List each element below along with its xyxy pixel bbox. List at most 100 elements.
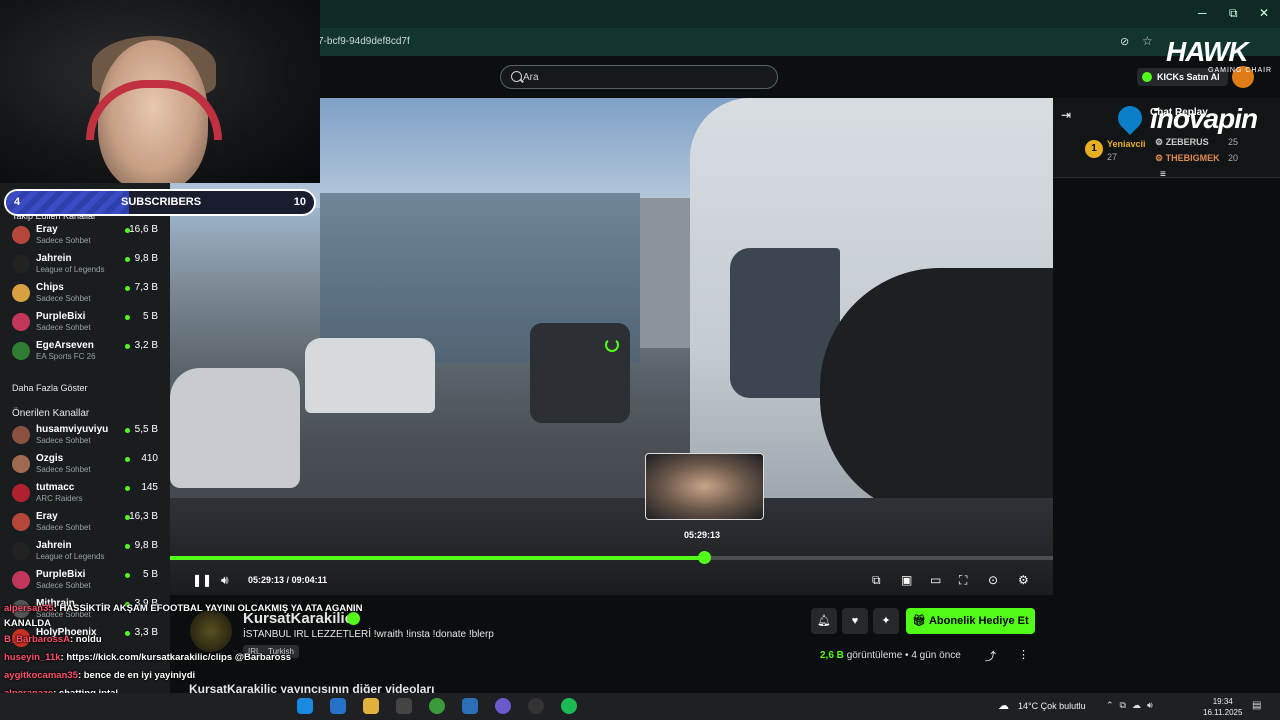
minimize-button[interactable]: ─ xyxy=(1198,6,1207,20)
more-options-icon[interactable]: ⋮ xyxy=(1018,648,1029,661)
progress-fill xyxy=(170,556,705,560)
notifications-icon[interactable]: ▤ xyxy=(1252,700,1261,711)
outlook-icon[interactable] xyxy=(330,698,346,714)
live-seek-icon[interactable]: ⊙ xyxy=(988,573,998,587)
live-dot-icon xyxy=(125,344,130,349)
leaderboard-name[interactable]: Yeniavcii xyxy=(1107,139,1146,149)
maximize-button[interactable]: ⧉ xyxy=(1229,6,1238,21)
sidebar-channel-chips[interactable]: Chips Sadece Sohbet 7,3 B xyxy=(0,279,170,308)
channel-avatar[interactable] xyxy=(190,610,232,652)
subscriber-goal-fill xyxy=(6,191,130,214)
show-more-link[interactable]: Daha Fazla Göster xyxy=(12,383,88,393)
sidebar-channel-jahrein[interactable]: Jahrein League of Legends 9,8 B xyxy=(0,537,170,566)
sidebar-channel-husamviyuviyu[interactable]: husamviyuviyu Sadece Sohbet 5,5 B xyxy=(0,421,170,450)
channel-name: Ozgis xyxy=(36,453,64,464)
sidebar-channel-purplebixi[interactable]: PurpleBixi Sadece Sohbet 5 B xyxy=(0,566,170,595)
sidebar-channel-ozgis[interactable]: Ozgis Sadece Sohbet 410 xyxy=(0,450,170,479)
sidebar-channel-eray[interactable]: Eray Sadece Sohbet 16,6 B xyxy=(0,221,170,250)
address-text[interactable]: 7-bcf9-94d9def8cd7f xyxy=(318,36,410,47)
address-bar[interactable] xyxy=(320,28,1280,56)
fullscreen-icon[interactable]: ⛶ xyxy=(959,573,967,588)
app-icon[interactable] xyxy=(396,698,412,714)
discord-icon[interactable] xyxy=(495,698,511,714)
gift-subscription-button[interactable]: 🎁︎ Abonelik Hediye Et xyxy=(906,608,1035,634)
hawk-logo: HAWK xyxy=(1166,36,1249,67)
channel-category: Sadece Sohbet xyxy=(36,523,91,532)
hawk-logo-sub: GAMING CHAIR xyxy=(1208,67,1273,74)
channel-category: League of Legends xyxy=(36,265,105,274)
sidebar-channel-tutmacc[interactable]: tutmacc ARC Raiders 145 xyxy=(0,479,170,508)
search-icon xyxy=(511,71,522,82)
progress-bar[interactable] xyxy=(170,551,1053,564)
search-input[interactable]: Ara xyxy=(500,65,778,89)
subscriber-goal-label: SUBSCRIBERS xyxy=(121,196,202,208)
live-dot-icon xyxy=(125,486,130,491)
obs-icon[interactable] xyxy=(528,698,544,714)
sidebar-channel-purplebixi[interactable]: PurpleBixi Sadece Sohbet 5 B xyxy=(0,308,170,337)
channel-name: PurpleBixi xyxy=(36,569,86,580)
chat-username[interactable]: B_BarbarossA xyxy=(4,634,70,645)
avatar xyxy=(12,513,30,531)
avatar xyxy=(12,571,30,589)
bell-icon[interactable]: 🔔︎ xyxy=(811,608,837,634)
spotify-icon[interactable] xyxy=(561,698,577,714)
channel-name: Eray xyxy=(36,511,58,522)
chat-text: KANALDA xyxy=(4,618,51,629)
chat-message: KANALDA xyxy=(4,618,51,629)
live-dot-icon xyxy=(125,631,130,636)
system-tray-icons[interactable]: ⌃⧉☁🔊︎ xyxy=(1106,700,1159,711)
subscriber-goal-target: 10 xyxy=(293,196,306,208)
leaderboard-count: 20 xyxy=(1228,153,1239,163)
pip-icon[interactable]: ⧉ xyxy=(872,573,881,588)
app-icon[interactable] xyxy=(462,698,478,714)
avatar xyxy=(12,255,30,273)
sidebar-channel-jahrein[interactable]: Jahrein League of Legends 9,8 B xyxy=(0,250,170,279)
edge-icon[interactable] xyxy=(297,698,313,714)
channel-category: Sadece Sohbet xyxy=(36,465,91,474)
close-button[interactable]: ✕ xyxy=(1259,6,1269,20)
viewer-count: 5,5 B xyxy=(134,424,158,435)
leaderboard-name[interactable]: ⚙ THEBIGMEK xyxy=(1155,153,1220,164)
channel-category: League of Legends xyxy=(36,552,105,561)
chat-message: B_BarbarossA: noldu xyxy=(4,634,102,645)
leaderboard-name-text: ZEBERUS xyxy=(1165,137,1209,147)
stream-title: İSTANBUL IRL LEZZETLERİ !wraith !insta !… xyxy=(243,629,494,640)
file-explorer-icon[interactable] xyxy=(363,698,379,714)
volume-icon[interactable]: 🔊︎ xyxy=(221,573,229,588)
channel-name: EgeArseven xyxy=(36,340,94,351)
sidebar-channel-egearseven[interactable]: EgeArseven EA Sports FC 26 3,2 B xyxy=(0,337,170,366)
clip-icon[interactable]: ▣ xyxy=(901,573,912,587)
live-dot-icon xyxy=(125,286,130,291)
browser-titlebar xyxy=(320,0,1280,28)
taskbar xyxy=(0,693,1280,720)
channel-name: Jahrein xyxy=(36,540,72,551)
weather-text[interactable]: 14°C Çok bulutlu xyxy=(1018,701,1086,711)
chrome-icon[interactable] xyxy=(429,698,445,714)
channel-name: husamviyuviyu xyxy=(36,424,109,435)
sidebar-channel-eray[interactable]: Eray Sadece Sohbet 16,3 B xyxy=(0,508,170,537)
expand-leaderboard-icon[interactable]: ≡ xyxy=(1160,169,1166,180)
clock[interactable]: 19:34 16.11.2025 xyxy=(1203,696,1242,718)
pause-icon[interactable]: ❚❚ xyxy=(192,573,212,587)
inovapin-logo: inovapin xyxy=(1150,103,1258,134)
collapse-chat-icon[interactable]: ⇥ xyxy=(1061,108,1071,122)
chat-username[interactable]: huseyin_11k xyxy=(4,652,61,663)
viewer-count: 3,2 B xyxy=(134,340,158,351)
channel-name: PurpleBixi xyxy=(36,311,86,322)
bookmark-star-icon[interactable]: ☆ xyxy=(1142,34,1153,48)
theater-mode-icon[interactable]: ▭ xyxy=(930,573,941,587)
chat-username[interactable]: aygitkocaman35 xyxy=(4,670,78,681)
chat-username[interactable]: alpersan35 xyxy=(4,603,54,614)
channel-category: EA Sports FC 26 xyxy=(36,352,96,361)
heart-icon[interactable]: ♥ xyxy=(842,608,868,634)
chat-text: : bence de en iyi yayiniydi xyxy=(77,670,196,681)
loading-spinner-icon xyxy=(605,338,619,352)
clock-date: 16.11.2025 xyxy=(1203,708,1243,717)
leaderboard-name[interactable]: ⚙ ZEBERUS xyxy=(1155,137,1209,148)
sparkle-icon[interactable]: ✦ xyxy=(873,608,899,634)
viewer-count: 410 xyxy=(141,453,158,464)
eye-off-icon[interactable]: ⊘ xyxy=(1120,35,1129,48)
share-icon[interactable]: ⤴ xyxy=(985,648,996,664)
settings-gear-icon[interactable]: ⚙ xyxy=(1018,573,1029,587)
search-placeholder: Ara xyxy=(523,72,539,83)
